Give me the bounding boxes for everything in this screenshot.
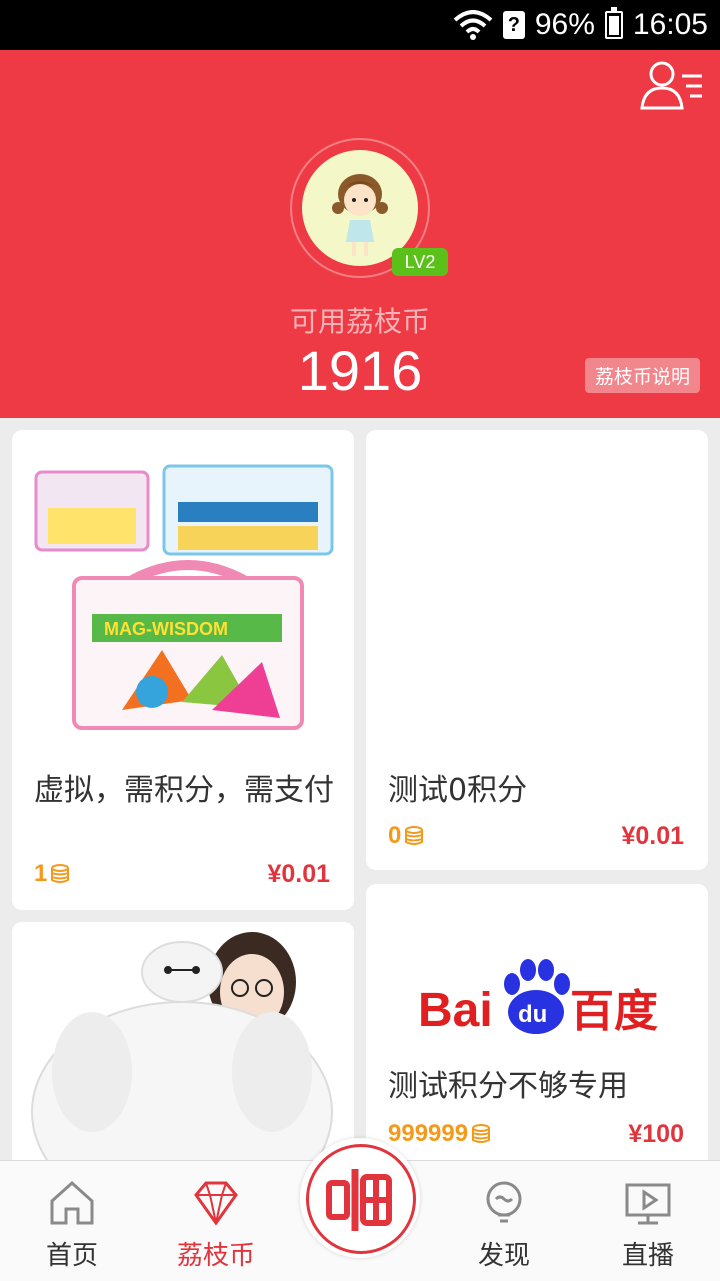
pa-icon [326,1169,392,1231]
mag-wisdom-toy-box-image: MAG-WISDOM [34,464,334,730]
coin-value: 999999 [388,1120,469,1147]
coin-stack-icon [472,1124,491,1143]
level-badge: LV2 [392,248,448,276]
baidu-logo: Bai du 百度 [418,959,658,1037]
nav-coins[interactable]: 荔枝币 [156,1161,276,1281]
product-coins: 1 [34,860,71,888]
diamond-icon [194,1181,238,1226]
product-title: 虚拟，需积分，需支付 [34,773,334,808]
product-card[interactable]: 测试0积分 0 ¥0.01 [366,430,708,870]
product-coins: 999999 [388,1120,492,1148]
nav-label: 直播 [621,1241,674,1271]
battery-icon [604,7,623,39]
baidu-logo-text: Bai [418,984,493,1037]
product-title: 测试0积分 [388,773,528,808]
battery-percent: 96% [534,8,595,41]
product-card[interactable] [12,922,354,1182]
nav-label: 首页 [45,1241,98,1271]
coin-explain-button[interactable]: 荔枝币说明 [584,358,700,393]
product-coins: 0 [388,822,425,850]
tv-icon [625,1183,671,1225]
nav-live[interactable]: 直播 [588,1161,708,1281]
status-bar: ? 96% 16:05 [0,0,720,50]
coin-label: 可用荔枝币 [289,305,430,338]
coin-stack-icon [405,826,424,845]
nav-discover[interactable]: 发现 [444,1161,564,1281]
coin-stack-icon [51,864,70,883]
product-card[interactable]: Bai du 百度 测试积分不够专用 999999 ¥100 [366,884,708,1174]
sim-unknown-icon: ? [502,11,525,39]
baidu-logo-cn: 百度 [570,986,658,1037]
pa-center-button[interactable] [300,1138,420,1258]
baidu-logo-du: du [518,1001,547,1028]
coin-value: 0 [388,822,402,849]
bulb-icon [486,1181,522,1223]
user-menu-icon[interactable] [640,58,704,110]
nav-label: 发现 [477,1241,530,1271]
product-price: ¥0.01 [621,822,684,850]
product-price: ¥0.01 [267,860,330,888]
coin-header: LV2 可用荔枝币 1916 荔枝币说明 [0,50,720,418]
svg-text:MAG-WISDOM: MAG-WISDOM [104,619,228,639]
plush-baymax-toy-image [31,932,333,1162]
product-card[interactable]: MAG-WISDOM 虚拟，需积分，需支付 1 ¥0.01 [12,430,354,910]
wifi-icon [453,10,493,40]
nav-home[interactable]: 首页 [12,1161,132,1281]
product-title: 测试积分不够专用 [388,1069,628,1104]
coin-value: 1 [34,860,48,887]
product-price: ¥100 [628,1120,684,1148]
clock: 16:05 [632,8,708,41]
home-icon [50,1180,94,1225]
nav-label: 荔枝币 [176,1241,255,1271]
